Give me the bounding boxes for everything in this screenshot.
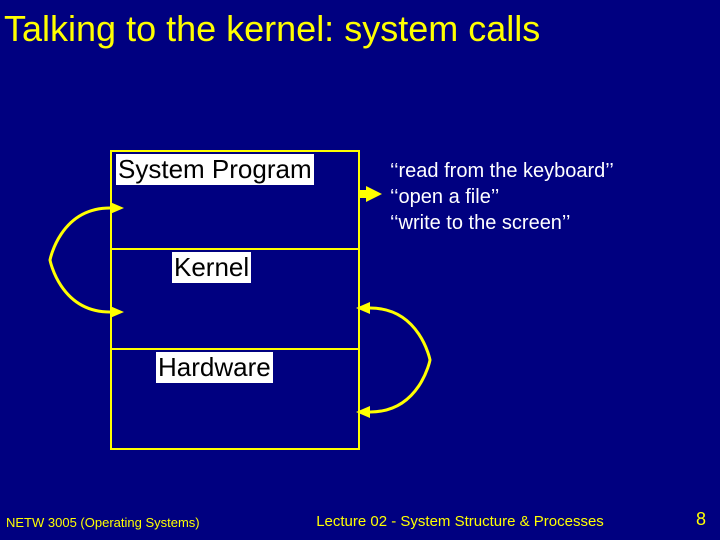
box-label-hardware: Hardware xyxy=(156,352,273,383)
box-kernel: Kernel xyxy=(110,250,360,350)
layer-diagram: System Program Kernel Hardware xyxy=(110,150,360,450)
box-label-kernel: Kernel xyxy=(172,252,251,283)
syscall-examples: ‘‘read from the keyboard’’ ‘‘open a file… xyxy=(390,158,614,236)
footer-lecture: Lecture 02 - System Structure & Processe… xyxy=(240,513,680,530)
loop-arrow-right xyxy=(350,300,430,420)
example-line: ‘‘open a file’’ xyxy=(390,184,614,210)
loop-arrow-left xyxy=(50,200,130,320)
arrow-right-icon xyxy=(366,186,382,202)
slide-title: Talking to the kernel: system calls xyxy=(0,0,720,50)
box-hardware: Hardware xyxy=(110,350,360,450)
box-system-program: System Program xyxy=(110,150,360,250)
example-line: ‘‘write to the screen’’ xyxy=(390,210,614,236)
footer-page-number: 8 xyxy=(680,509,720,530)
slide-footer: NETW 3005 (Operating Systems) Lecture 02… xyxy=(0,509,720,530)
footer-course: NETW 3005 (Operating Systems) xyxy=(0,515,240,530)
example-line: ‘‘read from the keyboard’’ xyxy=(390,158,614,184)
box-label-system-program: System Program xyxy=(116,154,314,185)
